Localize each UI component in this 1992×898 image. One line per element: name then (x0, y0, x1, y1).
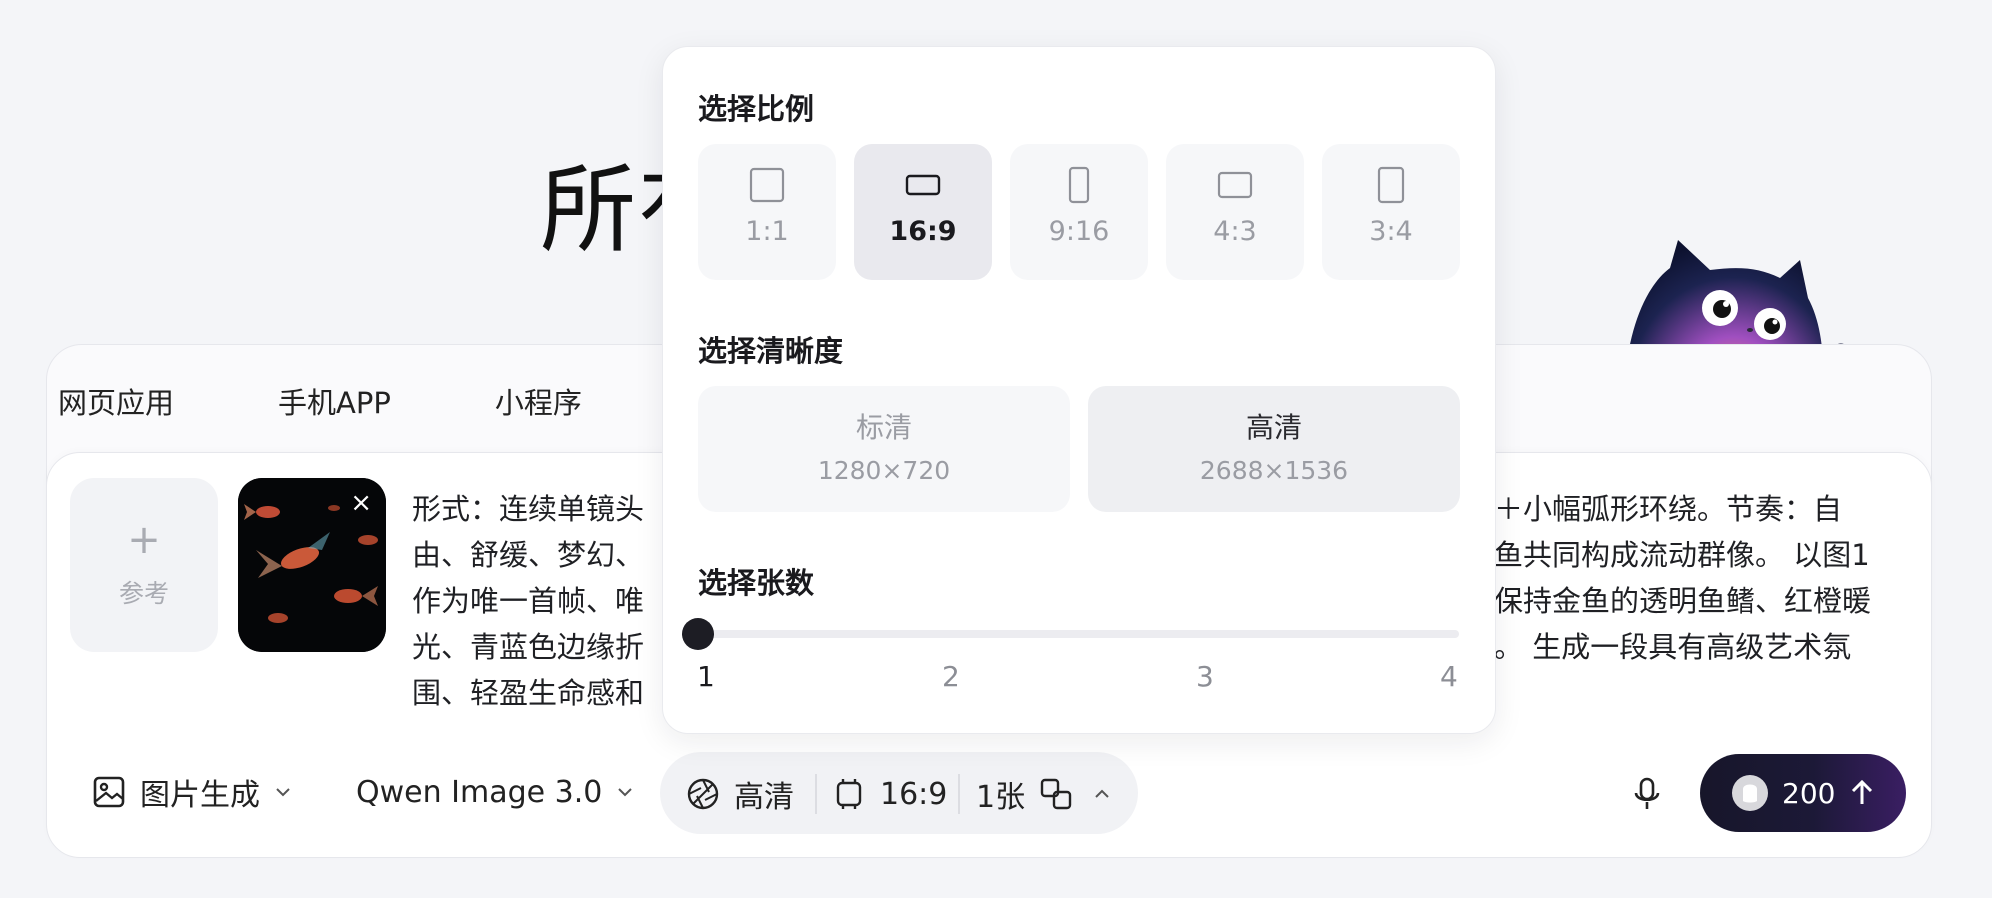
portrait-rect-icon (1377, 166, 1405, 204)
ratio-label: 9:16 (1048, 216, 1110, 247)
ratio-option-4-3[interactable]: 4:3 (1166, 144, 1304, 280)
model-label: Qwen Image 3.0 (356, 774, 603, 810)
aperture-icon (687, 778, 719, 810)
add-reference-button[interactable]: + 参考 (70, 478, 218, 652)
count-slider-thumb[interactable] (682, 618, 714, 650)
resolution-option-sd[interactable]: 标清 1280×720 (698, 386, 1070, 512)
wide-rect-icon (905, 174, 941, 196)
chevron-up-icon (1095, 789, 1109, 798)
count-setting[interactable]: 1张 (976, 772, 1111, 816)
prompt-line: 。 生成一段具有高级艺术氛 (1494, 630, 1852, 664)
crop-ratio-icon (836, 779, 862, 809)
quality-setting[interactable]: 高清 (686, 772, 794, 816)
chevron-down-icon (618, 788, 633, 797)
resolution-name: 高清 (1245, 411, 1302, 444)
prompt-line: 保持金鱼的透明鱼鳍、红橙暖 (1494, 584, 1872, 618)
ratio-label: 1:1 (745, 216, 789, 247)
image-icon (93, 776, 125, 808)
count-slider-track[interactable] (697, 630, 1459, 638)
divider (958, 774, 960, 814)
arrow-up-icon (1852, 779, 1873, 804)
send-button[interactable]: 200 (1700, 754, 1906, 832)
resolution-size: 2688×1536 (1199, 456, 1349, 485)
ratio-label: 3:4 (1369, 216, 1413, 247)
reference-image-thumbnail: × (238, 478, 386, 652)
count-tick-1: 1 (697, 660, 715, 693)
ratio-setting[interactable]: 16:9 (832, 772, 947, 816)
ratio-option-16-9[interactable]: 16:9 (854, 144, 992, 280)
resolution-option-hd[interactable]: 高清 2688×1536 (1088, 386, 1460, 512)
model-selector[interactable]: Qwen Image 3.0 (356, 770, 634, 814)
divider (815, 774, 817, 814)
multiple-images-icon (1040, 778, 1072, 810)
prompt-line: 鱼共同构成流动群像。 以图1 (1494, 538, 1870, 572)
count-section-title: 选择张数 (698, 566, 815, 600)
credit-icon (1732, 775, 1768, 811)
ratio-label: 4:3 (1213, 216, 1257, 247)
ratio-label: 16:9 (880, 776, 948, 812)
resolution-size: 1280×720 (817, 456, 951, 485)
tab-web-app[interactable]: 网页应用 (58, 380, 174, 420)
quality-label: 高清 (734, 780, 794, 815)
count-tick-3: 3 (1196, 660, 1214, 693)
prompt-line: ＋小幅弧形环绕。节奏：自 (1494, 492, 1843, 526)
resolution-name: 标清 (855, 411, 912, 444)
tab-mobile-app[interactable]: 手机APP (278, 380, 391, 420)
chevron-down-icon (276, 788, 290, 797)
prompt-text-right[interactable]: ＋小幅弧形环绕。节奏：自 鱼共同构成流动群像。 以图1 保持金鱼的透明鱼鳍、红橙… (1494, 486, 1914, 670)
ratio-option-9-16[interactable]: 9:16 (1010, 144, 1148, 280)
tab-mini-program[interactable]: 小程序 (495, 380, 582, 420)
microphone-icon[interactable] (1630, 776, 1664, 812)
ratio-section-title: 选择比例 (698, 92, 815, 126)
remove-image-icon[interactable]: × (350, 490, 372, 516)
ratio-label: 16:9 (889, 216, 957, 247)
resolution-section-title: 选择清晰度 (698, 334, 844, 368)
send-cost: 200 (1782, 776, 1836, 810)
plus-icon: + (127, 517, 161, 563)
category-tabs: 网页应用 手机APP 小程序 (58, 380, 686, 420)
square-icon (749, 167, 785, 203)
ratio-option-1-1[interactable]: 1:1 (698, 144, 836, 280)
count-tick-2: 2 (942, 660, 960, 693)
count-tick-4: 4 (1440, 660, 1458, 693)
mode-selector[interactable]: 图片生成 (92, 770, 292, 814)
ratio-option-3-4[interactable]: 3:4 (1322, 144, 1460, 280)
tall-rect-icon (1068, 166, 1090, 204)
landscape-rect-icon (1217, 171, 1253, 199)
reference-label: 参考 (118, 579, 169, 608)
count-label: 1张 (976, 780, 1026, 815)
mode-label: 图片生成 (140, 778, 260, 813)
